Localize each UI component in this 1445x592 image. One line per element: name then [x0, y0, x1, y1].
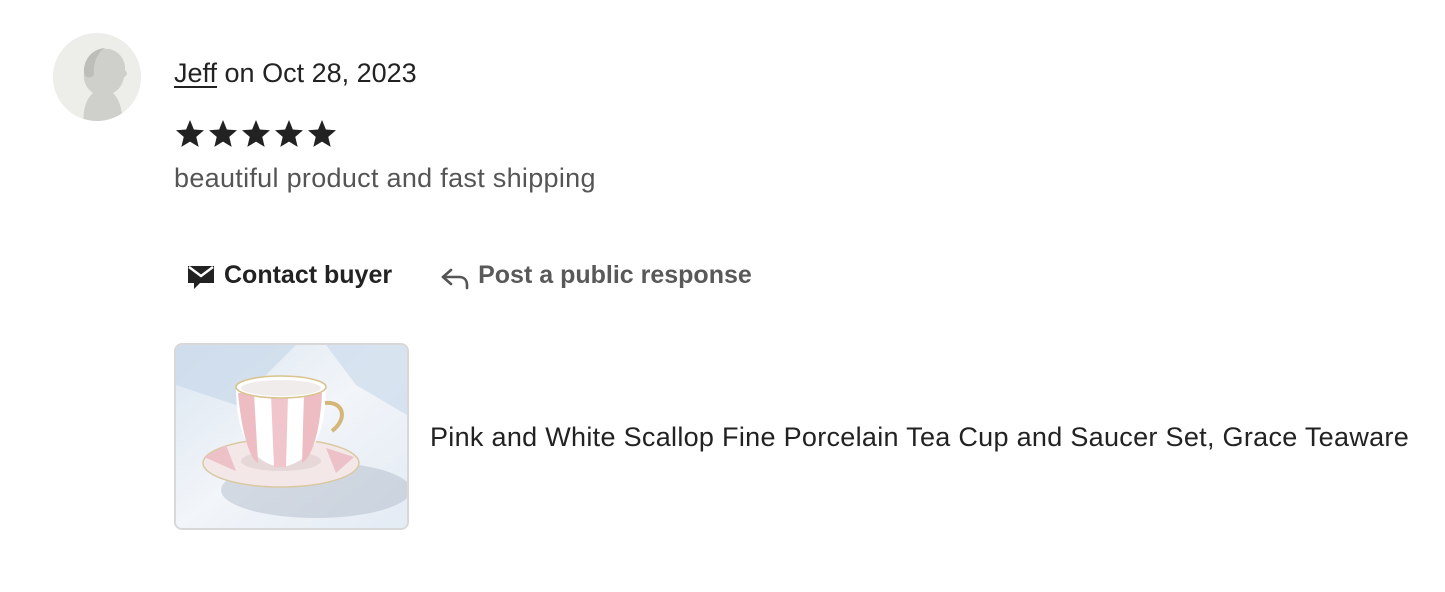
avatar[interactable]: [53, 33, 141, 121]
review-date: on Oct 28, 2023: [217, 58, 417, 88]
review-actions: Contact buyer Post a public response: [186, 258, 752, 292]
contact-buyer-label: Contact buyer: [224, 261, 393, 289]
review-meta: Jeff on Oct 28, 2023: [174, 56, 417, 90]
star-icon: [174, 118, 206, 150]
star-icon: [306, 118, 338, 150]
contact-buyer-button[interactable]: Contact buyer: [186, 258, 392, 292]
reviewer-name-link[interactable]: Jeff: [174, 58, 217, 88]
teacup-image: [176, 345, 407, 528]
reviewed-product: Pink and White Scallop Fine Porcelain Te…: [174, 343, 1409, 530]
envelope-icon: [186, 263, 216, 291]
post-public-response-button[interactable]: Post a public response: [440, 258, 752, 292]
star-icon: [207, 118, 239, 150]
reply-arrow-icon: [440, 265, 470, 291]
star-rating: [174, 118, 338, 150]
product-title[interactable]: Pink and White Scallop Fine Porcelain Te…: [430, 420, 1409, 454]
post-public-response-label: Post a public response: [478, 261, 752, 289]
product-thumbnail[interactable]: [174, 343, 409, 530]
person-silhouette-icon: [53, 33, 141, 121]
star-icon: [240, 118, 272, 150]
review-text: beautiful product and fast shipping: [174, 163, 596, 193]
review-card: Jeff on Oct 28, 2023 beautiful product a…: [0, 0, 1445, 592]
star-icon: [273, 118, 305, 150]
